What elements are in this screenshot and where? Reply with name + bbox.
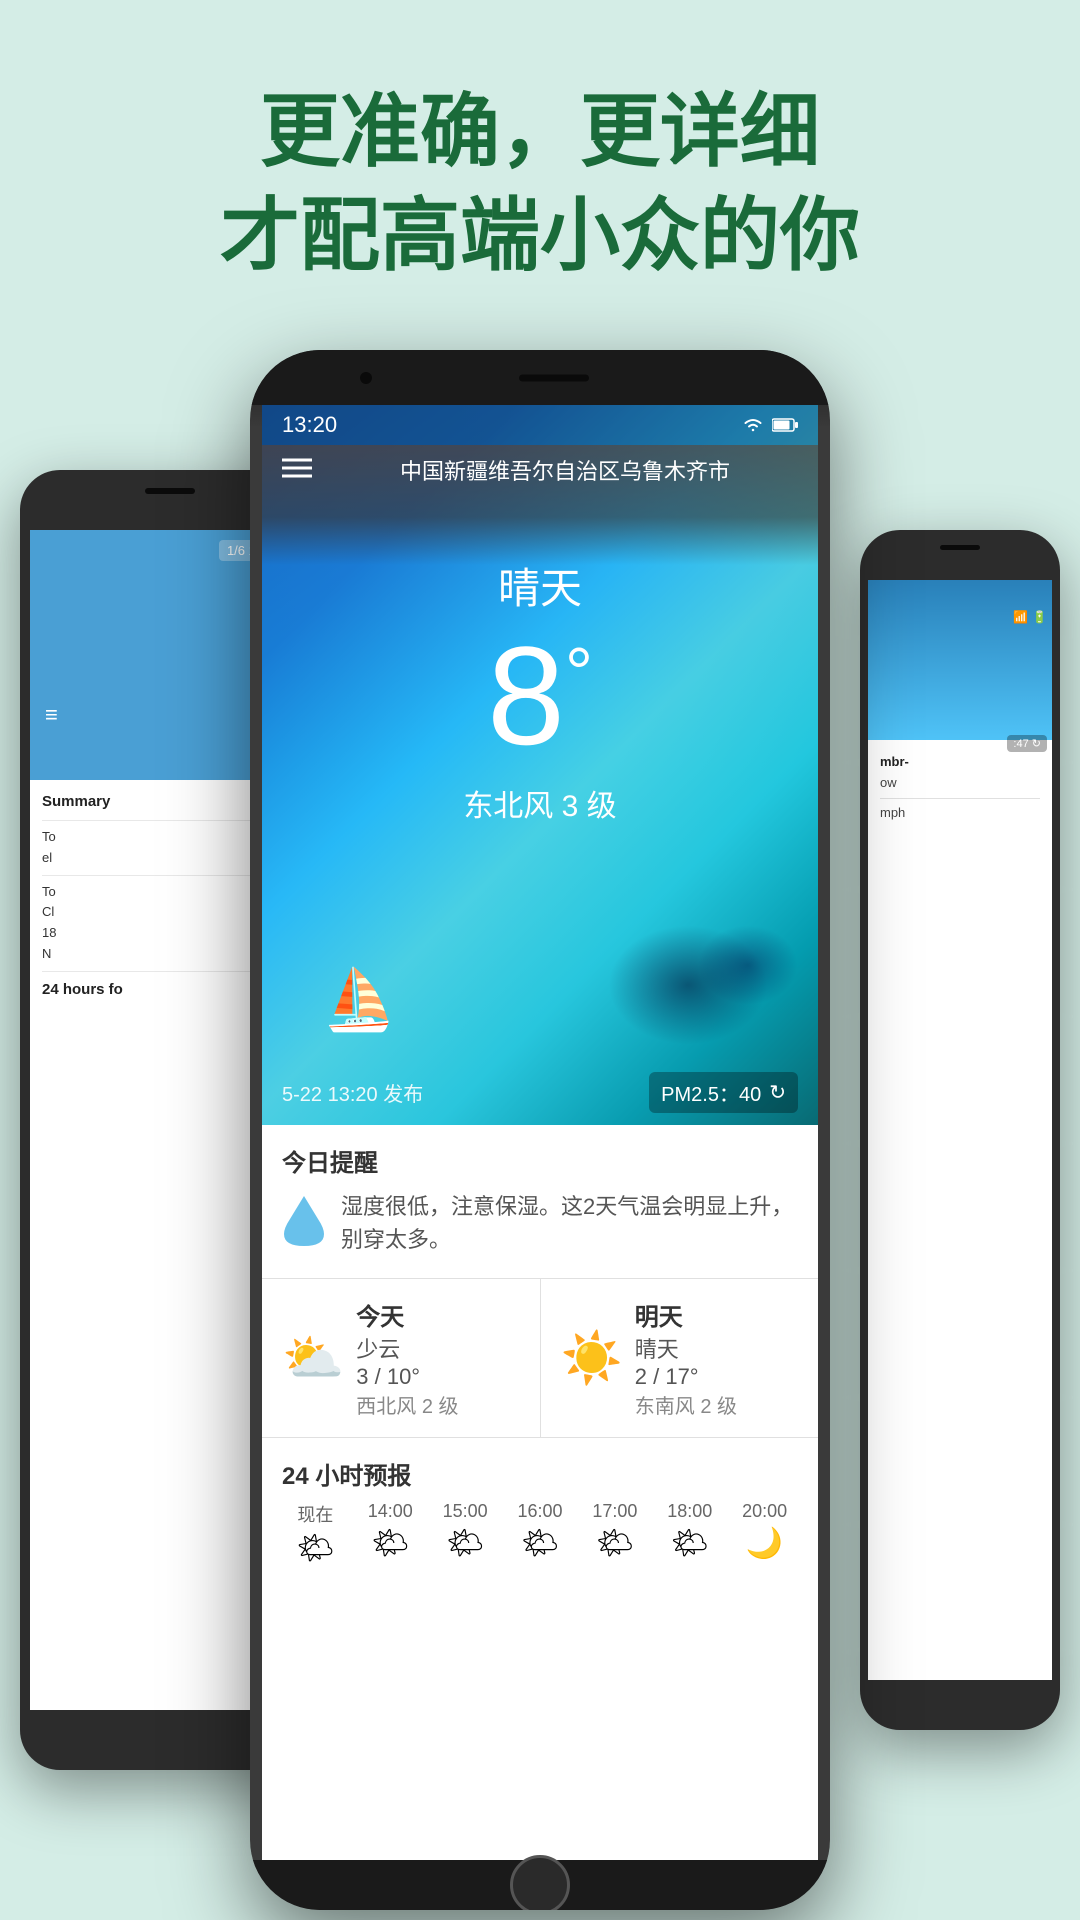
weather-nav: 中国新疆维吾尔自治区乌鲁木齐市: [262, 445, 818, 495]
hour-label: 14:00: [357, 1501, 424, 1522]
location-text: 中国新疆维吾尔自治区乌鲁木齐市: [332, 454, 798, 486]
hour-icon: 🌤: [357, 1526, 424, 1561]
hour-icon: 🌙: [731, 1526, 798, 1561]
tomorrow-condition: 晴天: [635, 1332, 737, 1364]
right-phone-content: :47 ↻ mbr- ow mph: [868, 740, 1052, 835]
forecast-row: ⛅ 今天 少云 3 / 10° 西北风 2 级 ☀️ 明天 晴天: [262, 1279, 818, 1438]
hour-label: 15:00: [432, 1501, 499, 1522]
hour-icon: 🌤: [282, 1531, 349, 1566]
tomorrow-label: 明天: [635, 1297, 737, 1332]
hour-label: 20:00: [731, 1501, 798, 1522]
hour-label: 18:00: [656, 1501, 723, 1522]
today-condition: 少云: [356, 1332, 458, 1364]
header-line2: 才配高端小众的你: [0, 184, 1080, 288]
main-screen: ⛵ 13:20: [262, 405, 818, 1865]
boat-icon: ⛵: [322, 964, 397, 1035]
status-icons: [742, 416, 798, 434]
hour-item: 现在 🌤: [282, 1501, 349, 1566]
today-temp: 3 / 10°: [356, 1364, 458, 1390]
today-details: 今天 少云 3 / 10° 西北风 2 级: [356, 1297, 458, 1419]
drop-icon: [282, 1194, 326, 1260]
today-wind: 西北风 2 级: [356, 1390, 458, 1419]
refresh-icon[interactable]: ↻: [769, 1080, 786, 1105]
forecast-24h-title: 24 小时预报: [282, 1456, 798, 1491]
tomorrow-details: 明天 晴天 2 / 17° 东南风 2 级: [635, 1297, 737, 1419]
hamburger-icon: [282, 457, 312, 479]
phone-main: ⛵ 13:20: [250, 350, 830, 1910]
right-badge: :47 ↻: [1007, 735, 1047, 752]
tomorrow-forecast: ☀️ 明天 晴天 2 / 17° 东南风 2 级: [541, 1279, 819, 1437]
hour-item: 18:00 🌤: [656, 1501, 723, 1566]
tomorrow-temp: 2 / 17°: [635, 1364, 737, 1390]
header-line1: 更准确，更详细: [0, 80, 1080, 184]
today-icon: ⛅: [282, 1329, 344, 1388]
today-label: 今天: [356, 1297, 458, 1332]
forecast-24h: 24 小时预报 现在 🌤 14:00 🌤 15:00 🌤: [262, 1438, 818, 1576]
reminder-title: 今日提醒: [282, 1143, 798, 1178]
hour-icon: 🌤: [656, 1526, 723, 1561]
weather-background: ⛵ 13:20: [262, 405, 818, 1125]
water-drop-icon: [282, 1194, 326, 1249]
content-area: 今日提醒 湿度很低，注意保湿。这2天气温会明显上升，别穿太多。 ⛅: [262, 1125, 818, 1865]
hour-icon: 🌤: [432, 1526, 499, 1561]
weather-temperature: 8°: [487, 626, 593, 766]
status-bar: 13:20: [262, 405, 818, 445]
publish-time: 5-22 13:20 发布: [282, 1078, 423, 1107]
hour-item: 17:00 🌤: [581, 1501, 648, 1566]
phone-bottom: [250, 1860, 830, 1910]
wifi-icon: [742, 416, 764, 434]
hour-item: 20:00 🌙: [731, 1501, 798, 1566]
phone-back-right: 📶 🔋 :47 ↻ mbr- ow mph: [860, 530, 1060, 1730]
phones-container: ≡ 1/6 10:01 u Summary To el To Cl 18 N 2…: [0, 350, 1080, 1920]
weather-info: 晴天 8° 东北风 3 级: [262, 555, 818, 825]
home-button[interactable]: [510, 1855, 570, 1910]
right-phone-screen: 📶 🔋 :47 ↻ mbr- ow mph: [868, 580, 1052, 1680]
pm25-badge: PM2.5：40 ↻: [649, 1072, 798, 1113]
hour-icon: 🌤: [507, 1526, 574, 1561]
hour-item: 14:00 🌤: [357, 1501, 424, 1566]
reminder-text: 湿度很低，注意保湿。这2天气温会明显上升，别穿太多。: [341, 1190, 798, 1256]
hour-icon: 🌤: [581, 1526, 648, 1561]
tomorrow-wind: 东南风 2 级: [635, 1390, 737, 1419]
reminder-content: 湿度很低，注意保湿。这2天气温会明显上升，别穿太多。: [282, 1190, 798, 1260]
status-time: 13:20: [282, 412, 337, 438]
weather-wind: 东北风 3 级: [262, 781, 818, 825]
hour-label: 现在: [282, 1501, 349, 1527]
weather-footer: 5-22 13:20 发布 PM2.5：40 ↻: [282, 1072, 798, 1113]
hour-item: 16:00 🌤: [507, 1501, 574, 1566]
weather-condition: 晴天: [262, 555, 818, 616]
today-reminder: 今日提醒 湿度很低，注意保湿。这2天气温会明显上升，别穿太多。: [262, 1125, 818, 1279]
hour-label: 16:00: [507, 1501, 574, 1522]
tomorrow-icon: ☀️: [561, 1329, 623, 1388]
header-section: 更准确，更详细 才配高端小众的你: [0, 0, 1080, 288]
today-forecast: ⛅ 今天 少云 3 / 10° 西北风 2 级: [262, 1279, 541, 1437]
hour-label: 17:00: [581, 1501, 648, 1522]
hour-item: 15:00 🌤: [432, 1501, 499, 1566]
battery-icon: [772, 418, 798, 432]
menu-button[interactable]: [282, 454, 312, 486]
hours-row: 现在 🌤 14:00 🌤 15:00 🌤 16:00: [282, 1501, 798, 1566]
